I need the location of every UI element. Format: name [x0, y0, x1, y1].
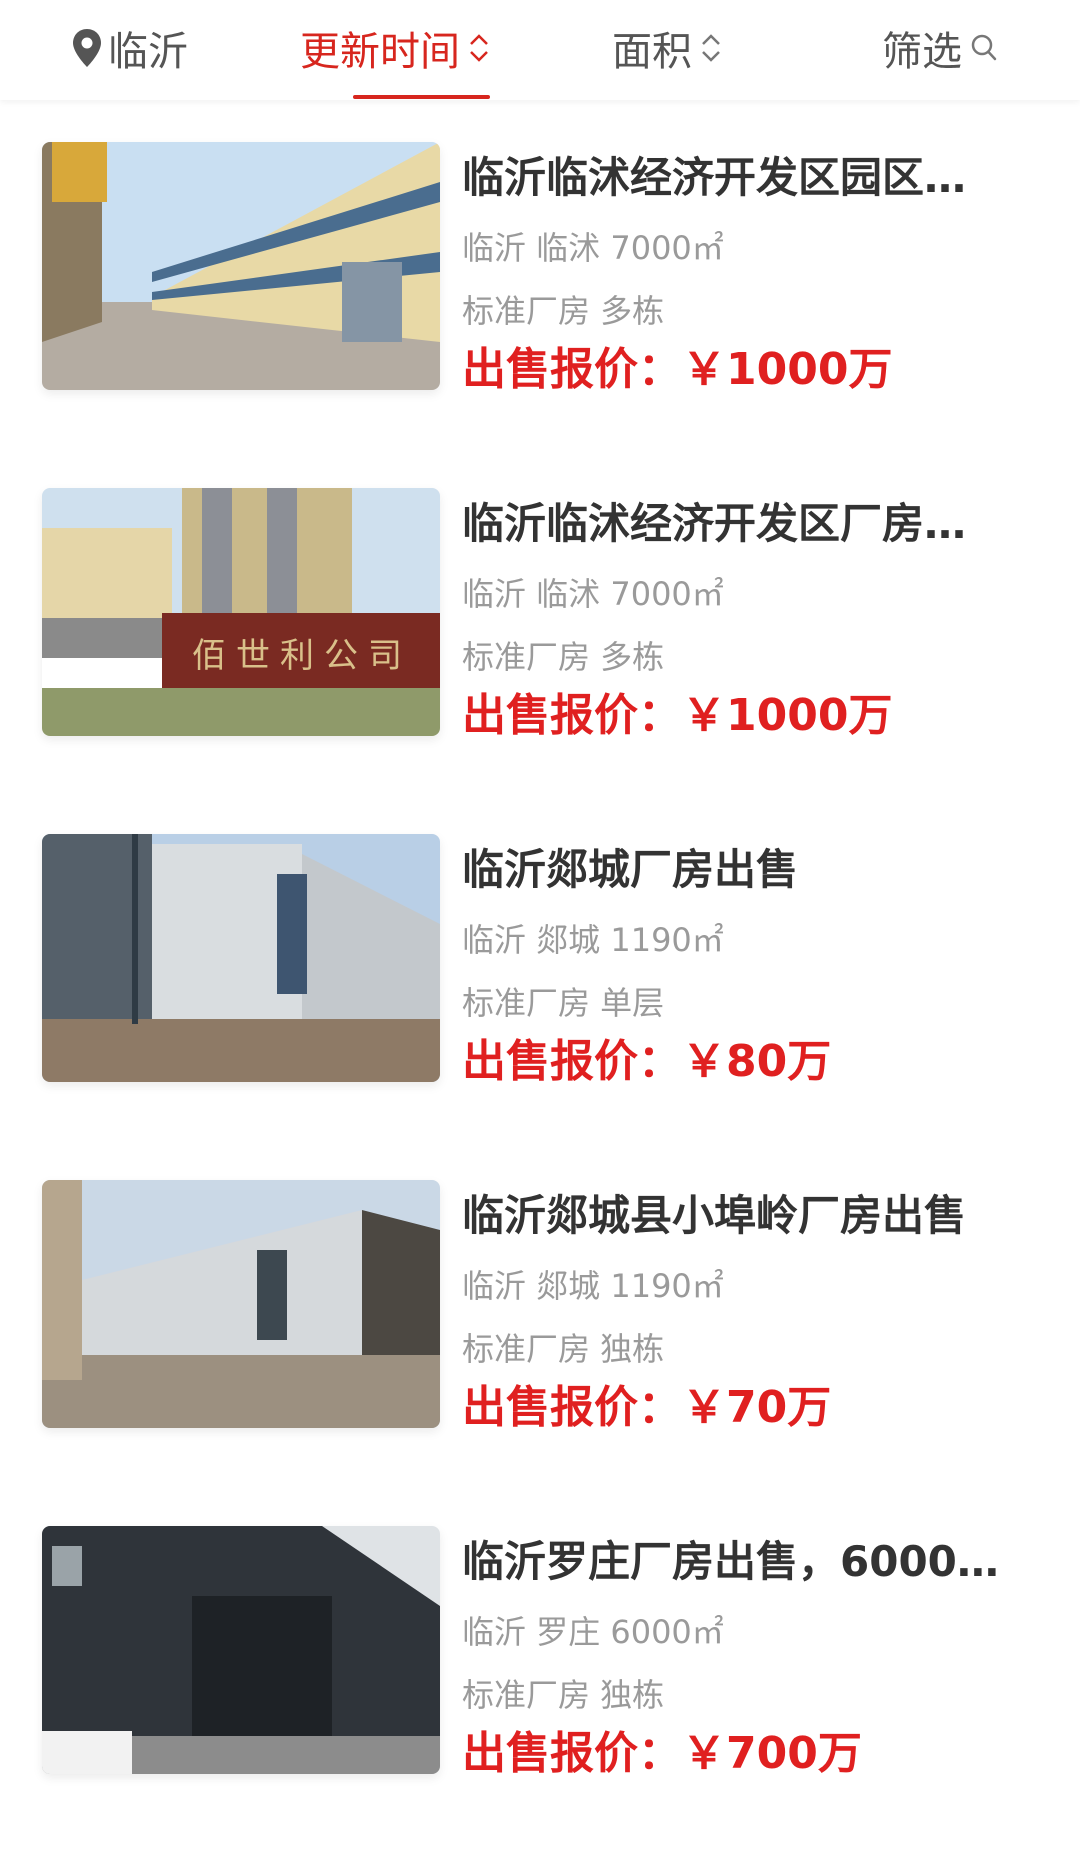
city-selector[interactable]: 临沂: [72, 18, 188, 78]
listing-card[interactable]: 临沂临沭经济开发区园区… 临沂 临沭 7000㎡ 标准厂房 多栋 出售报价：￥1…: [0, 128, 1080, 408]
listing-type: 标准厂房 独栋: [462, 1676, 665, 1714]
tab-label: 面积: [612, 29, 692, 75]
tab-area[interactable]: 面积: [612, 18, 722, 78]
tab-filter[interactable]: 筛选: [882, 18, 998, 78]
listing-photo[interactable]: [42, 1180, 440, 1428]
listing-price: 出售报价：￥70万: [462, 1382, 832, 1433]
listing-location: 临沂 郯城 1190㎡: [462, 921, 724, 959]
listing-photo[interactable]: [42, 142, 440, 390]
listing-location: 临沂 郯城 1190㎡: [462, 1267, 724, 1305]
listing-type: 标准厂房 多栋: [462, 292, 665, 330]
listing-card[interactable]: 临沂郯城县小埠岭厂房出售 临沂 郯城 1190㎡ 标准厂房 独栋 出售报价：￥7…: [0, 1166, 1080, 1446]
listing-price: 出售报价：￥1000万: [462, 344, 893, 395]
listing-type: 标准厂房 独栋: [462, 1330, 665, 1368]
sort-arrows-icon: [700, 30, 722, 66]
sort-arrows-icon: [468, 30, 490, 66]
tab-label: 筛选: [882, 29, 962, 75]
listing-price: 出售报价：￥80万: [462, 1036, 832, 1087]
listing-photo[interactable]: 佰世利公司: [42, 488, 440, 736]
tab-label: 更新时间: [300, 29, 460, 75]
listing-title[interactable]: 临沂郯城县小埠岭厂房出售: [462, 1188, 1010, 1244]
filter-bar: 临沂 更新时间 面积 筛选: [0, 0, 1080, 100]
listing-type: 标准厂房 单层: [462, 984, 665, 1022]
search-icon: [970, 33, 998, 63]
listing-card[interactable]: 佰世利公司 临沂临沭经济开发区厂房… 临沂 临沭 7000㎡ 标准厂房 多栋 出…: [0, 474, 1080, 754]
listing-title[interactable]: 临沂罗庄厂房出售，6000…: [462, 1534, 1010, 1590]
listing-photo[interactable]: [42, 834, 440, 1082]
listing-card[interactable]: 临沂郯城厂房出售 临沂 郯城 1190㎡ 标准厂房 单层 出售报价：￥80万: [0, 820, 1080, 1100]
listing-location: 临沂 临沭 7000㎡: [462, 575, 724, 613]
city-label: 临沂: [108, 29, 188, 75]
listing-price: 出售报价：￥1000万: [462, 690, 893, 741]
listing-location: 临沂 罗庄 6000㎡: [462, 1613, 724, 1651]
listing-card[interactable]: 临沂罗庄厂房出售，6000… 临沂 罗庄 6000㎡ 标准厂房 独栋 出售报价：…: [0, 1512, 1080, 1792]
company-sign-text: 佰世利公司: [192, 636, 412, 676]
listing-title[interactable]: 临沂郯城厂房出售: [462, 842, 1010, 898]
listing-title[interactable]: 临沂临沭经济开发区厂房…: [462, 496, 1010, 552]
listing-location: 临沂 临沭 7000㎡: [462, 229, 724, 267]
tab-update-time[interactable]: 更新时间: [300, 18, 490, 78]
location-pin-icon: [72, 28, 102, 68]
listing-price: 出售报价：￥700万: [462, 1728, 862, 1779]
listing-photo[interactable]: [42, 1526, 440, 1774]
listing-type: 标准厂房 多栋: [462, 638, 665, 676]
listing-title[interactable]: 临沂临沭经济开发区园区…: [462, 150, 1010, 206]
active-tab-indicator: [353, 95, 490, 99]
